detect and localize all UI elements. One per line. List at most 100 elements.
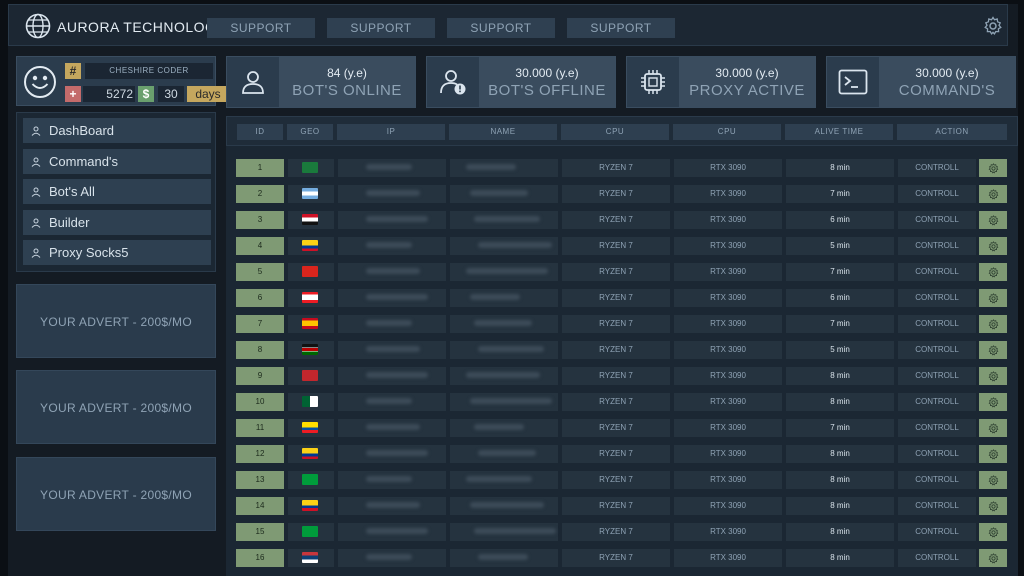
row-id: 9 [236, 367, 284, 385]
row-id: 11 [236, 419, 284, 437]
sidebar-item-commands[interactable]: Command's [23, 149, 211, 174]
support-button-2[interactable]: SUPPORT [327, 18, 435, 38]
controll-button[interactable]: CONTROLL [898, 263, 976, 281]
advert-banner-2[interactable]: YOUR ADVERT - 200$/MO [16, 370, 216, 444]
table-row: 11 RYZEN 7 RTX 3090 7 min CONTROLL [230, 418, 1010, 438]
row-settings-gear-icon[interactable] [979, 445, 1007, 463]
table-row: 3 RYZEN 7 RTX 3090 6 min CONTROLL [230, 210, 1010, 230]
controll-button[interactable]: CONTROLL [898, 471, 976, 489]
row-settings-gear-icon[interactable] [979, 211, 1007, 229]
controll-button[interactable]: CONTROLL [898, 367, 976, 385]
advert-banner-1[interactable]: YOUR ADVERT - 200$/MO [16, 284, 216, 358]
table-row: 14 RYZEN 7 RTX 3090 8 min CONTROLL [230, 496, 1010, 516]
row-cpu: RYZEN 7 [562, 523, 670, 541]
row-settings-gear-icon[interactable] [979, 263, 1007, 281]
controll-button[interactable]: CONTROLL [898, 341, 976, 359]
row-alive-time: 5 min [786, 341, 894, 359]
row-cpu: RYZEN 7 [562, 445, 670, 463]
controll-button[interactable]: CONTROLL [898, 549, 976, 567]
sidebar-item-label: Command's [49, 154, 118, 169]
table-row: 13 RYZEN 7 RTX 3090 8 min CONTROLL [230, 470, 1010, 490]
row-settings-gear-icon[interactable] [979, 419, 1007, 437]
row-id: 4 [236, 237, 284, 255]
sidebar-item-dashboard[interactable]: DashBoard [23, 118, 211, 143]
stat-commands: 30.000 (y.e) COMMAND'S [826, 56, 1016, 108]
row-settings-gear-icon[interactable] [979, 315, 1007, 333]
row-settings-gear-icon[interactable] [979, 367, 1007, 385]
controll-button[interactable]: CONTROLL [898, 393, 976, 411]
sidebar-item-proxy-socks5[interactable]: Proxy Socks5 [23, 240, 211, 265]
row-settings-gear-icon[interactable] [979, 341, 1007, 359]
column-header-geo: GEO [287, 124, 333, 140]
redacted-blur [366, 372, 428, 378]
row-settings-gear-icon[interactable] [979, 497, 1007, 515]
smiley-avatar-icon [24, 66, 56, 98]
controll-button[interactable]: CONTROLL [898, 185, 976, 203]
flag-icon [302, 240, 318, 251]
support-button-3[interactable]: SUPPORT [447, 18, 555, 38]
row-settings-gear-icon[interactable] [979, 289, 1007, 307]
column-header-name: NAME [449, 124, 557, 140]
row-alive-time: 8 min [786, 471, 894, 489]
stat-bots-offline: 30.000 (y.e) BOT'S OFFLINE [426, 56, 616, 108]
controll-button[interactable]: CONTROLL [898, 445, 976, 463]
controll-button[interactable]: CONTROLL [898, 419, 976, 437]
table-row: 5 RYZEN 7 RTX 3090 7 min CONTROLL [230, 262, 1010, 282]
flag-icon [302, 162, 318, 173]
row-gpu: RTX 3090 [674, 497, 782, 515]
row-settings-gear-icon[interactable] [979, 549, 1007, 567]
controll-button[interactable]: CONTROLL [898, 497, 976, 515]
plus-badge[interactable]: + [65, 86, 81, 102]
row-cpu: RYZEN 7 [562, 471, 670, 489]
stat-label: BOT'S ONLINE [292, 82, 402, 99]
row-gpu: RTX 3090 [674, 445, 782, 463]
globe-icon [25, 13, 51, 39]
controll-button[interactable]: CONTROLL [898, 523, 976, 541]
row-settings-gear-icon[interactable] [979, 237, 1007, 255]
row-id: 1 [236, 159, 284, 177]
hash-badge: # [65, 63, 81, 79]
redacted-blur [466, 268, 548, 274]
column-header-alive-time: ALIVE TIME [785, 124, 893, 140]
row-id: 2 [236, 185, 284, 203]
controll-button[interactable]: CONTROLL [898, 159, 976, 177]
flag-icon [302, 188, 318, 199]
user-icon [31, 248, 41, 258]
stat-label: COMMAND'S [898, 82, 996, 99]
row-alive-time: 6 min [786, 289, 894, 307]
row-settings-gear-icon[interactable] [979, 159, 1007, 177]
row-settings-gear-icon[interactable] [979, 393, 1007, 411]
settings-gear-icon[interactable] [983, 16, 1003, 36]
controll-button[interactable]: CONTROLL [898, 237, 976, 255]
row-cpu: RYZEN 7 [562, 497, 670, 515]
support-button-4[interactable]: SUPPORT [567, 18, 675, 38]
row-settings-gear-icon[interactable] [979, 523, 1007, 541]
flag-icon [302, 552, 318, 563]
controll-button[interactable]: CONTROLL [898, 289, 976, 307]
redacted-blur [474, 528, 556, 534]
redacted-blur [478, 346, 544, 352]
row-alive-time: 6 min [786, 211, 894, 229]
table-row: 6 RYZEN 7 RTX 3090 6 min CONTROLL [230, 288, 1010, 308]
redacted-blur [474, 216, 540, 222]
row-cpu: RYZEN 7 [562, 159, 670, 177]
flag-icon [302, 448, 318, 459]
redacted-blur [466, 164, 516, 170]
support-button-1[interactable]: SUPPORT [207, 18, 315, 38]
row-gpu: RTX 3090 [674, 185, 782, 203]
stat-value: 30.000 (y.e) [915, 66, 979, 80]
controll-button[interactable]: CONTROLL [898, 211, 976, 229]
sidebar-item-builder[interactable]: Builder [23, 210, 211, 235]
flag-icon [302, 266, 318, 277]
brand-title: AURORA TECHNOLOGY [57, 19, 227, 35]
row-settings-gear-icon[interactable] [979, 471, 1007, 489]
controll-button[interactable]: CONTROLL [898, 315, 976, 333]
sidebar-item-bots-all[interactable]: Bot's All [23, 179, 211, 204]
table-row: 8 RYZEN 7 RTX 3090 5 min CONTROLL [230, 340, 1010, 360]
redacted-blur [470, 294, 520, 300]
profile-count: 5272 [83, 86, 135, 102]
row-gpu: RTX 3090 [674, 211, 782, 229]
row-settings-gear-icon[interactable] [979, 185, 1007, 203]
flag-icon [302, 500, 318, 511]
advert-banner-3[interactable]: YOUR ADVERT - 200$/MO [16, 457, 216, 531]
